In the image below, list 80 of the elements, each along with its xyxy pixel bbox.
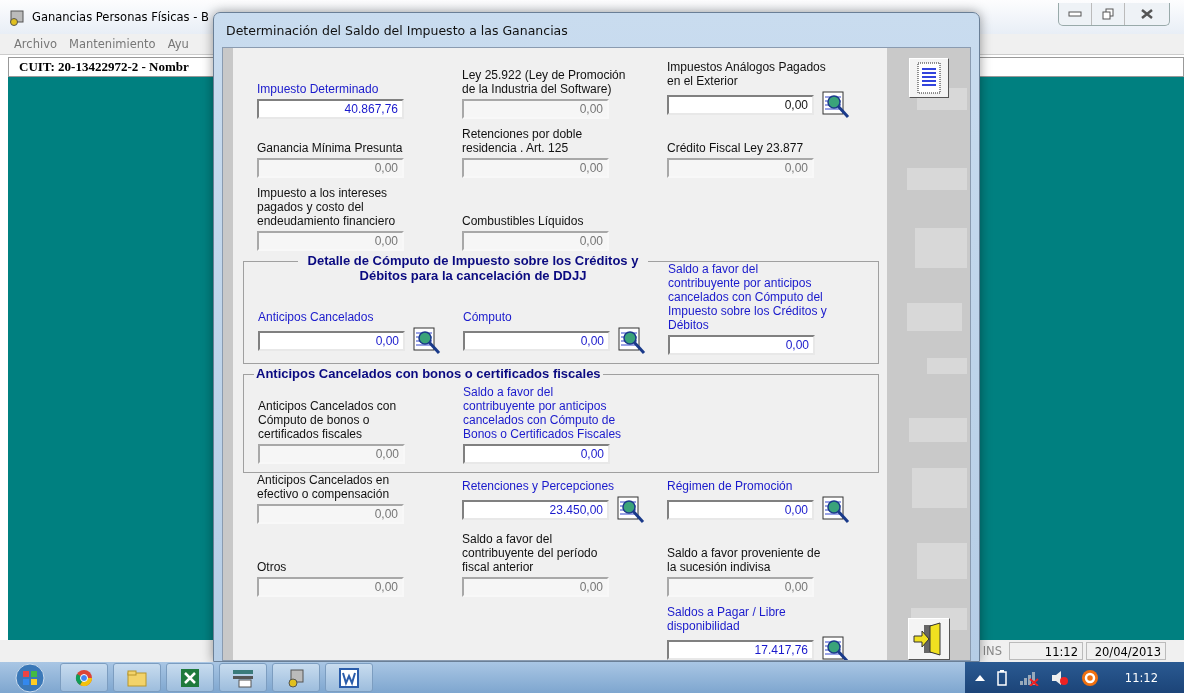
minimize-icon [1068,10,1082,17]
field-label: Anticipos Cancelados en efectivo o compensación [257,473,391,501]
report-button[interactable] [908,58,949,98]
menu-item[interactable]: Ayu [167,37,189,51]
magnifier-document-icon[interactable] [617,496,645,524]
field-label: Retenciones y Percepciones [462,479,616,493]
browser-icon [75,668,93,687]
amount-field[interactable]: 40.867,76 [257,99,404,119]
magnifier-document-icon[interactable] [822,636,850,660]
amount-field[interactable]: 23.450,00 [462,500,609,520]
field-label: Anticipos Cancelados [258,310,375,324]
amount-field[interactable]: 0,00 [257,231,404,251]
document-printer-icon [231,667,255,688]
field-label: Crédito Fiscal Ley 23.877 [667,141,805,155]
window-title: Ganancias Personas Físicas - B [32,10,209,24]
dialog-title: Determinación del Saldo del Impuesto a las Ganancias [226,22,568,38]
app-icon [286,667,306,688]
field-label: Ley 25.922 (Ley de Promoción de la Industria del Software) [462,68,627,96]
ring-icon[interactable] [1080,668,1099,687]
amount-field[interactable]: 0,00 [667,95,814,115]
amount-field[interactable]: 0,00 [258,444,405,464]
speaker-muted-icon[interactable] [1050,669,1069,686]
magnifier-document-icon[interactable] [413,327,441,355]
close-icon [1141,8,1153,19]
amount-field[interactable]: 0,00 [463,331,610,351]
amount-field[interactable]: 0,00 [257,504,404,524]
document-lines-icon [915,62,942,94]
field-label: Impuestos Análogos Pagados en el Exterior [667,60,827,88]
amount-field[interactable]: 0,00 [462,158,609,178]
field-label: Saldo a favor del contribuyente por anticipos cancelados con Cómputo del Impuesto sobre los Créditos y Débitos [668,262,828,332]
magnifier-document-icon[interactable] [618,327,646,355]
field-label: Anticipos Cancelados con Cómputo de bonos o certificados fiscales [258,399,398,441]
clock[interactable]: 11:12 [1124,670,1158,685]
amount-field[interactable]: 0,00 [668,335,815,355]
group-title: Detalle de Cómputo de Impuesto sobre los Créditos y Débitos para la cancelación de DDJJ [298,253,648,283]
amount-field[interactable]: 0,00 [257,577,404,597]
word-processor-icon [339,667,359,688]
exit-button[interactable] [907,618,950,660]
show-hidden-icon[interactable] [974,674,985,681]
folder-icon [127,668,147,687]
field-label: Régimen de Promoción [667,479,794,493]
app-icon [8,8,26,26]
signal-icon[interactable] [1018,669,1039,686]
cuit-text: CUIT: 20-13422972-2 - Nombr [19,59,189,75]
taskbar-button[interactable] [60,663,108,692]
spreadsheet-icon [180,667,200,688]
taskbar-button[interactable] [166,663,214,692]
amount-field[interactable]: 17.417,76 [667,640,814,660]
taskbar-button[interactable] [219,663,267,692]
field-label: Saldo a favor proveniente de la sucesión indivisa [667,546,822,574]
amount-field[interactable]: 0,00 [258,331,405,351]
amount-field[interactable]: 0,00 [257,158,404,178]
amount-field[interactable]: 0,00 [667,500,814,520]
field-label: Impuesto a los intereses pagados y costo del endeudamiento financiero [257,186,397,228]
field-label: Impuesto Determinado [257,82,380,96]
taskbar-button[interactable] [325,663,373,692]
amount-field[interactable]: 0,00 [667,577,814,597]
field-label: Ganancia Mínima Presunta [257,141,404,155]
menu-item[interactable]: Mantenimiento [69,37,156,51]
amount-field[interactable]: 0,00 [462,99,609,119]
field-label: Saldos a Pagar / Libre disponibilidad [667,605,787,633]
mode-indicator: INS [981,643,1003,660]
field-label: Otros [257,560,288,574]
status-time: 11:12 [1009,642,1083,660]
amount-field[interactable]: 0,00 [462,231,609,251]
amount-field[interactable]: 0,00 [463,444,610,464]
amount-field[interactable]: 0,00 [462,577,609,597]
group-title: Anticipos Cancelados con bonos o certificados fiscales [254,366,603,381]
magnifier-document-icon[interactable] [822,496,850,524]
field-label: Retenciones por doble residencia . Art. 125 [462,127,584,155]
field-label: Combustibles Líquidos [462,214,585,228]
menu-item[interactable]: Archivo [14,37,57,51]
field-label: Saldo a favor del contribuyente del período fiscal anterior [462,532,599,574]
amount-field[interactable]: 0,00 [667,158,814,178]
status-date: 20/04/2013 [1086,642,1166,660]
field-label: Cómputo [463,310,513,324]
restore-icon [1102,7,1114,20]
magnifier-document-icon[interactable] [822,91,850,119]
field-label: Saldo a favor del contribuyente por anticipos cancelados con Cómputo de Bonos o Certificados Fiscales [463,385,623,441]
battery-icon[interactable] [996,669,1007,686]
